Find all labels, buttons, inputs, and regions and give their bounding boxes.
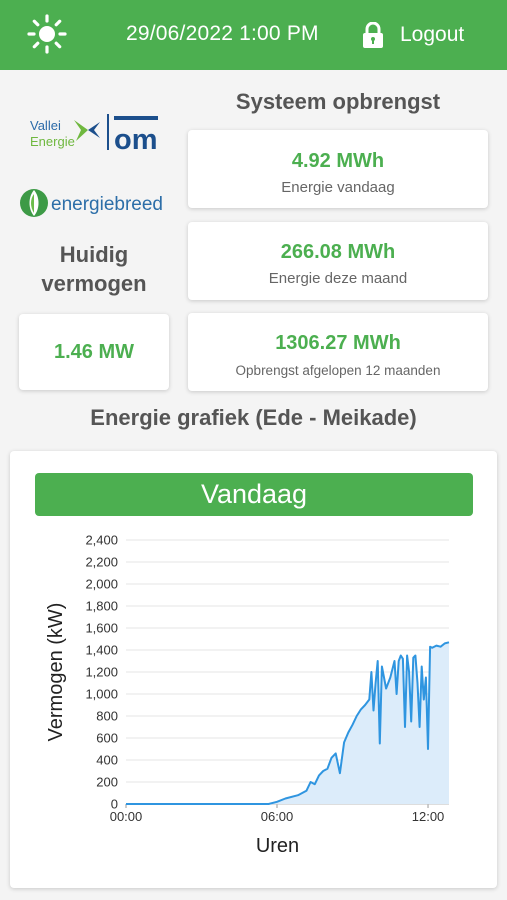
logout-button[interactable]: Logout [362, 20, 464, 50]
energy-today-label: Energie vandaag [281, 179, 395, 196]
power-chart: 02004006008001,0001,2001,4001,6001,8002,… [45, 533, 450, 857]
y-tick-label: 2,000 [85, 577, 118, 592]
x-axis-title: Uren [256, 835, 299, 857]
energy-month-label: Energie deze maand [268, 270, 408, 287]
svg-text:energiebreed: energiebreed [51, 194, 163, 215]
energy-year-label: Opbrengst afgelopen 12 maanden [235, 363, 441, 378]
system-yield-title: Systeem opbrengst [235, 89, 441, 114]
y-tick-label: 1,400 [85, 643, 118, 658]
series-area [126, 642, 449, 804]
current-power-card: 1.46 MW [19, 314, 169, 390]
svg-text:Energie: Energie [30, 134, 75, 149]
y-tick-label: 400 [96, 753, 118, 768]
y-axis-title: Vermogen (kW) [45, 603, 67, 742]
energy-today-value: 4.92 MWh [291, 150, 385, 172]
x-tick-label: 00:00 [110, 809, 143, 824]
top-bar: 29/06/2022 1:00 PM Logout [0, 0, 507, 70]
vallei-energie-om-logo: Vallei Energie om [30, 114, 158, 154]
logout-label: Logout [400, 23, 465, 46]
x-tick-label: 06:00 [261, 809, 294, 824]
y-tick-label: 600 [96, 731, 118, 746]
svg-text:Vallei: Vallei [30, 118, 61, 133]
sun-icon[interactable] [27, 14, 67, 54]
energy-month-card: 266.08 MWh Energie deze maand [188, 222, 488, 300]
energy-month-value: 266.08 MWh [280, 241, 396, 263]
y-tick-label: 2,200 [85, 555, 118, 570]
svg-text:om: om [114, 124, 158, 154]
y-tick-label: 800 [96, 709, 118, 724]
energy-year-value: 1306.27 MWh [275, 332, 401, 354]
current-power-title: Huidig vermogen [41, 242, 147, 296]
lock-icon [363, 22, 383, 48]
energy-year-card: 1306.27 MWh Opbrengst afgelopen 12 maand… [188, 313, 488, 391]
energy-chart-panel: Vandaag 0 200 400 600 800 1,000 1,200 1,400 1,60… [10, 451, 497, 888]
y-tick-label: 200 [96, 775, 118, 790]
energy-graph-title: Energie grafiek (Ede - Meikade) [90, 405, 417, 430]
y-tick-label: 1,200 [85, 665, 118, 680]
y-tick-label: 1,600 [85, 621, 118, 636]
energiebreed-logo: energiebreed [20, 189, 163, 217]
x-tick-label: 12:00 [412, 809, 445, 824]
y-tick-label: 1,800 [85, 599, 118, 614]
y-tick-label: 2,400 [85, 533, 118, 548]
energy-today-card: 4.92 MWh Energie vandaag [188, 130, 488, 208]
y-tick-label: 1,000 [85, 687, 118, 702]
current-power-value: 1.46 MW [53, 340, 135, 363]
current-datetime: 29/06/2022 1:00 PM [126, 22, 319, 45]
